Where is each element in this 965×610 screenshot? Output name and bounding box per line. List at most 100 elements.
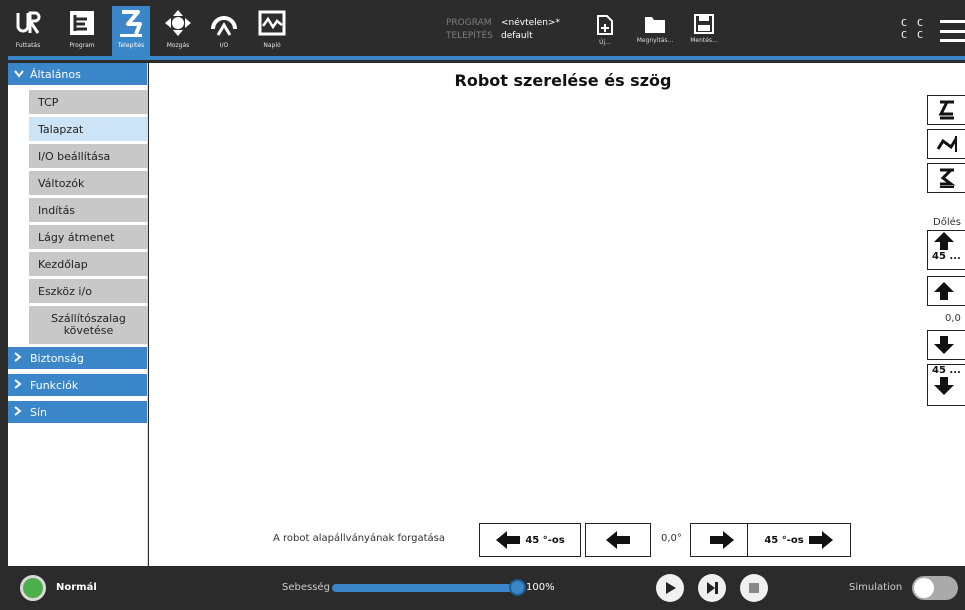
- installation-robot-icon: [113, 6, 149, 40]
- chevron-right-icon: [14, 378, 24, 392]
- control-cc: C C C C: [901, 18, 925, 42]
- tilt-label: Dőlés: [933, 217, 961, 228]
- robot-ceiling-mount-icon: [940, 168, 956, 188]
- simulation-toggle[interactable]: [912, 576, 958, 600]
- sidebar-item-conveyor-tracking[interactable]: Szállítószalag követése: [29, 306, 148, 344]
- tilt-down-button[interactable]: [927, 330, 965, 360]
- installation-name: default: [501, 31, 533, 41]
- log-chart-icon: [254, 6, 290, 40]
- mount-ceiling-button[interactable]: [927, 163, 965, 193]
- top-bar: Futtatás Program Telepítés Mozgás I/O Na…: [8, 0, 965, 62]
- sidebar-item-mounting[interactable]: Talapzat: [29, 117, 148, 141]
- sidebar-section-label: Biztonság: [30, 351, 84, 365]
- save-file-label: Mentés...: [690, 37, 718, 44]
- folder-icon: [645, 17, 665, 33]
- program-info: PROGRAM <névtelen>* TELEPÍTÉS default: [446, 17, 560, 43]
- nav-run[interactable]: Futtatás: [10, 6, 46, 58]
- app-window: Futtatás Program Telepítés Mozgás I/O Na…: [0, 0, 965, 610]
- robot-status: Normál: [56, 582, 97, 593]
- program-key: PROGRAM: [446, 18, 492, 28]
- sidebar-item-smooth-transition[interactable]: Lágy átmenet: [29, 225, 148, 249]
- speed-slider-fill: [332, 584, 518, 592]
- arrow-down-icon: [934, 336, 954, 354]
- chevron-down-icon: [14, 68, 24, 81]
- sidebar: Általános TCP Talapzat I/O beállítása Vá…: [8, 63, 148, 566]
- play-button[interactable]: [656, 574, 684, 602]
- nav-move-label: Mozgás: [166, 42, 190, 49]
- sidebar-item-tcp[interactable]: TCP: [29, 90, 148, 114]
- mount-floor-button[interactable]: [927, 95, 965, 125]
- nav-installation-label: Telepítés: [117, 42, 145, 49]
- speed-slider-handle[interactable]: [509, 579, 526, 596]
- step-button[interactable]: [698, 574, 726, 602]
- stop-icon: [749, 583, 759, 593]
- speed-label: Sebesség: [282, 582, 330, 593]
- speed-slider[interactable]: [332, 584, 518, 592]
- chevron-right-icon: [14, 351, 24, 365]
- sidebar-section-features[interactable]: Funkciók: [8, 374, 147, 396]
- main-panel: Robot szerelése és szög Dőlés 45 ... 0,0…: [149, 63, 965, 566]
- open-file-label: Megnyitás...: [636, 37, 674, 44]
- arrow-down-icon: [934, 377, 954, 395]
- sidebar-section-safety[interactable]: Biztonság: [8, 347, 147, 369]
- new-file-label: Új...: [599, 39, 611, 46]
- nav-io-label: I/O: [219, 42, 229, 49]
- tilt-up-button[interactable]: [927, 276, 965, 306]
- rotate-right-45-label: 45 °-os: [764, 534, 804, 546]
- simulation-label: Simulation: [849, 582, 903, 593]
- cc-line-1: C C: [901, 18, 926, 29]
- robot-wall-mount-icon: [936, 136, 958, 152]
- sidebar-item-startup[interactable]: Indítás: [29, 198, 148, 222]
- save-file-button[interactable]: Mentés...: [684, 14, 724, 58]
- sidebar-item-io-setup[interactable]: I/O beállítása: [29, 144, 148, 168]
- sidebar-item-tool-io[interactable]: Eszköz i/o: [29, 279, 148, 303]
- sidebar-section-rail[interactable]: Sín: [8, 401, 147, 423]
- rotation-value: 0,0°: [661, 533, 682, 544]
- chevron-right-icon: [14, 405, 24, 419]
- nav-program-label: Program: [69, 42, 95, 49]
- nav-installation[interactable]: Telepítés: [112, 6, 150, 58]
- sidebar-section-general[interactable]: Általános: [8, 63, 147, 85]
- program-name: <névtelen>*: [501, 18, 560, 28]
- rotate-left-button[interactable]: [585, 523, 651, 557]
- top-accent-strip: [8, 56, 965, 60]
- status-indicator-icon[interactable]: [20, 575, 46, 601]
- arrow-left-icon: [606, 531, 630, 549]
- program-tree-icon: [64, 6, 100, 40]
- new-file-icon: [597, 15, 613, 35]
- arrow-right-icon: [710, 531, 734, 549]
- sidebar-item-home[interactable]: Kezdőlap: [29, 252, 148, 276]
- nav-log-label: Napló: [263, 42, 281, 49]
- nav-io[interactable]: I/O: [204, 6, 244, 58]
- open-file-button[interactable]: Megnyitás...: [630, 14, 680, 58]
- nav-program[interactable]: Program: [60, 6, 104, 58]
- nav-log[interactable]: Napló: [254, 6, 290, 58]
- rotate-left-45-label: 45 °-os: [525, 534, 565, 546]
- stop-button[interactable]: [740, 574, 768, 602]
- toggle-knob: [914, 578, 934, 598]
- tilt-up-45-button[interactable]: 45 ...: [927, 230, 965, 270]
- nav-move[interactable]: Mozgás: [160, 6, 196, 58]
- speed-value: 100%: [526, 582, 555, 593]
- play-icon: [666, 582, 676, 594]
- robot-floor-mount-icon: [938, 100, 954, 120]
- move-arrows-icon: [160, 6, 196, 40]
- rotate-right-45-button[interactable]: 45 °-os: [747, 523, 851, 557]
- mount-wall-button[interactable]: [927, 129, 965, 159]
- new-file-button[interactable]: Új...: [592, 14, 618, 58]
- tilt-down-45-button[interactable]: 45 ...: [927, 364, 965, 406]
- arrow-left-icon: [496, 531, 521, 549]
- sidebar-section-label: Általános: [30, 67, 81, 81]
- rotation-label: A robot alapállványának forgatása: [273, 533, 445, 544]
- arrow-up-icon: [934, 282, 954, 300]
- tilt-value: 0,0: [945, 313, 961, 324]
- rotate-right-button[interactable]: [690, 523, 754, 557]
- installation-key: TELEPÍTÉS: [446, 31, 493, 41]
- sidebar-section-label: Funkciók: [30, 378, 79, 392]
- hamburger-menu-icon[interactable]: [940, 20, 965, 42]
- rotate-left-45-button[interactable]: 45 °-os: [479, 523, 581, 557]
- sidebar-item-variables[interactable]: Változók: [29, 171, 148, 195]
- nav-run-label: Futtatás: [15, 42, 41, 49]
- tilt-up-45-label: 45 ...: [932, 251, 961, 262]
- page-title: Robot szerelése és szög: [454, 71, 672, 90]
